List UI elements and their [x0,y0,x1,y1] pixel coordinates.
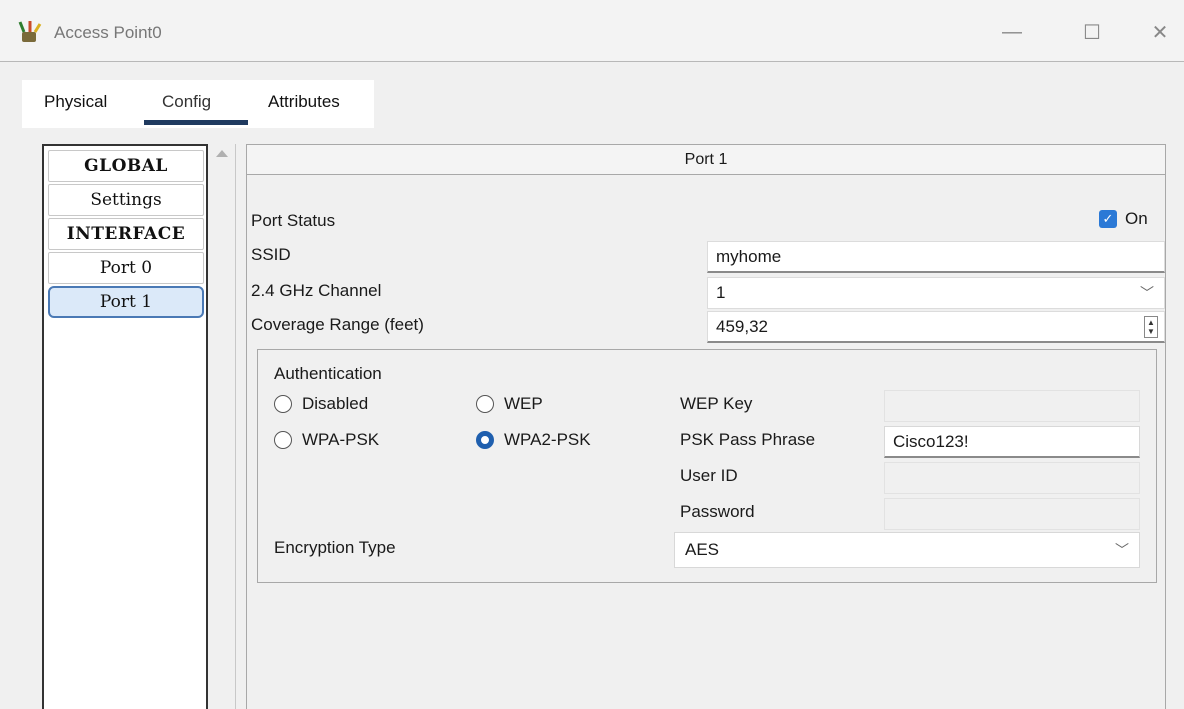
sidebar-item-port-1[interactable]: Port 1 [48,286,204,318]
password-label: Password [680,502,755,521]
sidebar-header-global: GLOBAL [48,150,204,182]
channel-select[interactable]: 1 ﹀ [707,277,1165,309]
port-status-checkbox[interactable]: ✓ On [1099,209,1148,229]
psk-pass-phrase-value: Cisco123! [893,431,969,451]
port-status-label: Port Status [251,211,336,230]
sidebar-scrollbar[interactable] [208,144,236,709]
radio-circle-icon [476,395,494,413]
sidebar-list: GLOBAL Settings INTERFACE Port 0 Port 1 [48,150,204,320]
access-point-icon [18,21,42,42]
radio-wpa-psk[interactable]: WPA-PSK [274,430,379,450]
encryption-type-label: Encryption Type [274,538,396,557]
tab-bar: Physical Config Attributes [0,62,1184,128]
panel-title: Port 1 [247,145,1165,175]
chevron-down-icon: ﹀ [1115,542,1129,558]
port-config-panel: Port 1 Port Status ✓ On SSID myhome 2.4 … [246,144,1166,709]
maximize-button[interactable]: ☐ [1072,16,1112,48]
sidebar-header-interface: INTERFACE [48,218,204,250]
sidebar-item-port-0[interactable]: Port 0 [48,252,204,284]
user-id-input [884,462,1140,494]
authentication-group: Authentication Disabled WEP WPA-PSK WPA2… [257,349,1157,583]
radio-selected-icon [476,431,494,449]
checkmark-icon[interactable]: ✓ [1099,210,1117,228]
close-button[interactable]: ✕ [1140,16,1180,48]
radio-circle-icon [274,431,292,449]
encryption-type-value: AES [685,540,720,559]
port-status-on-label: On [1125,209,1148,228]
chevron-down-icon: ﹀ [1140,285,1154,301]
radio-wep-label: WEP [504,394,543,413]
authentication-title: Authentication [274,364,382,383]
radio-circle-icon [274,395,292,413]
tab-physical[interactable]: Physical [44,92,107,112]
wep-key-label: WEP Key [680,394,753,413]
encryption-type-select[interactable]: AES ﹀ [674,532,1140,568]
psk-pass-phrase-label: PSK Pass Phrase [680,430,816,449]
radio-disabled[interactable]: Disabled [274,394,368,414]
radio-disabled-label: Disabled [302,394,369,413]
scroll-up-icon[interactable] [216,150,228,157]
ssid-input[interactable]: myhome [707,241,1165,273]
tab-strip: Physical Config Attributes [22,80,374,128]
title-bar: Access Point0 — ☐ ✕ [0,0,1184,62]
channel-label: 2.4 GHz Channel [251,281,382,300]
coverage-range-spinner[interactable]: 459,32 ▲ ▼ [707,311,1165,343]
tab-config[interactable]: Config [162,92,211,112]
coverage-range-value: 459,32 [716,316,768,336]
user-id-label: User ID [680,466,738,485]
radio-wpa2-psk[interactable]: WPA2-PSK [476,430,591,450]
psk-pass-phrase-input[interactable]: Cisco123! [884,426,1140,458]
radio-wpa2-psk-label: WPA2-PSK [504,430,591,449]
main-area: GLOBAL Settings INTERFACE Port 0 Port 1 … [0,128,1184,709]
sidebar-item-settings[interactable]: Settings [48,184,204,216]
ssid-label: SSID [251,245,291,264]
wep-key-input [884,390,1140,422]
password-input [884,498,1140,530]
ssid-value: myhome [716,246,782,266]
spinner-arrows-icon[interactable]: ▲ ▼ [1144,315,1158,338]
coverage-range-label: Coverage Range (feet) [251,315,424,334]
minimize-button[interactable]: — [992,16,1032,48]
window-title: Access Point0 [54,23,162,42]
tab-attributes[interactable]: Attributes [268,92,340,112]
radio-wep[interactable]: WEP [476,394,543,414]
channel-value: 1 [716,283,726,302]
active-tab-indicator [144,120,248,125]
sidebar: GLOBAL Settings INTERFACE Port 0 Port 1 [42,144,208,709]
radio-wpa-psk-label: WPA-PSK [302,430,380,449]
